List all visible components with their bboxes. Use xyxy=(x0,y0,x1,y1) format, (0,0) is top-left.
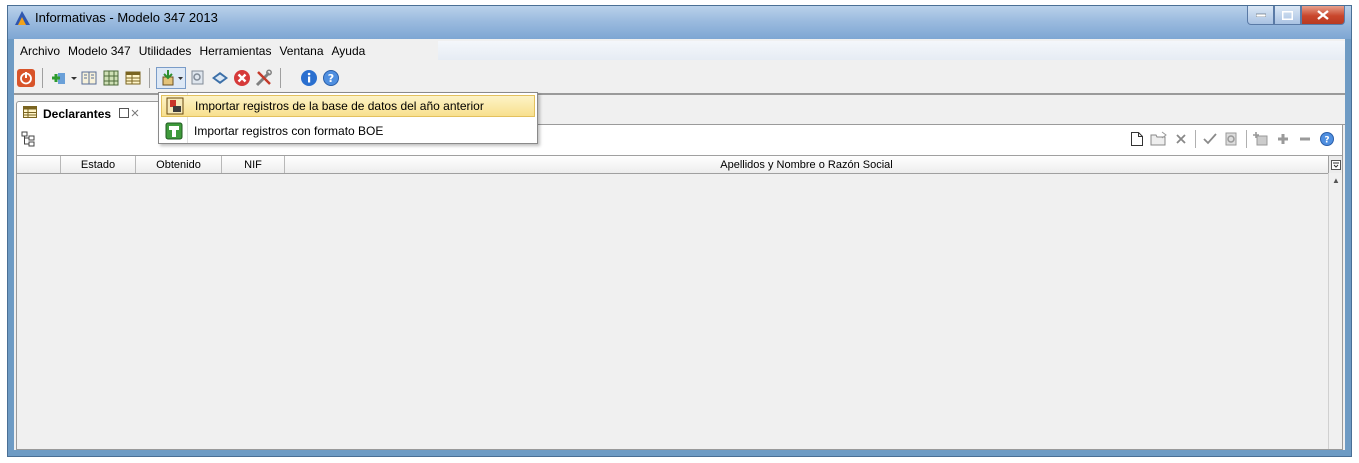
info-icon[interactable] xyxy=(299,67,319,89)
tab-declarantes[interactable]: Declarantes xyxy=(16,101,166,125)
book-icon[interactable] xyxy=(79,67,99,89)
menu-ayuda[interactable]: Ayuda xyxy=(328,42,370,60)
toolbar-separator xyxy=(280,68,281,88)
import-icon[interactable] xyxy=(156,67,186,89)
maximize-button[interactable] xyxy=(1274,6,1301,25)
search-icon[interactable] xyxy=(188,67,208,89)
maximize-tab-icon[interactable] xyxy=(119,107,130,121)
close-tab-icon[interactable] xyxy=(131,107,139,121)
column-header-selector[interactable] xyxy=(17,156,61,173)
search-icon[interactable] xyxy=(1221,129,1243,149)
menu-ventana[interactable]: Ventana xyxy=(275,42,327,60)
svg-text:?: ? xyxy=(328,72,334,85)
table-icon[interactable] xyxy=(123,67,143,89)
toolbar-separator xyxy=(42,68,43,88)
menu-item-import-previous-year[interactable]: Importar registros de la base de datos d… xyxy=(161,95,535,117)
new-document-icon[interactable] xyxy=(1126,129,1148,149)
import-dropdown-menu: Importar registros de la base de datos d… xyxy=(158,92,538,144)
file-import-icon xyxy=(164,122,184,140)
main-toolbar: ? xyxy=(14,63,1345,95)
tab-label: Declarantes xyxy=(43,106,112,121)
menu-herramientas[interactable]: Herramientas xyxy=(195,42,275,60)
add-row-icon[interactable] xyxy=(1272,129,1294,149)
column-header-estado[interactable]: Estado xyxy=(61,156,136,173)
table-header: Estado Obtenido NIF Apellidos y Nombre o… xyxy=(17,156,1328,174)
dropdown-arrow-icon[interactable] xyxy=(71,67,77,89)
power-icon[interactable] xyxy=(16,67,36,89)
help-icon[interactable]: ? xyxy=(1316,129,1338,149)
scroll-up-icon[interactable]: ▲ xyxy=(1332,176,1340,185)
grid-icon[interactable] xyxy=(101,67,121,89)
application-window: Informativas - Modelo 347 2013 Archivo M… xyxy=(7,5,1352,457)
toolbar-separator xyxy=(1195,130,1196,148)
svg-text:?: ? xyxy=(1324,136,1329,146)
menu-bar-filler xyxy=(438,41,1345,60)
import-icon[interactable] xyxy=(1250,129,1272,149)
toolbar-separator xyxy=(149,68,150,88)
app-logo-icon xyxy=(14,10,31,26)
column-header-apellidos-nombre[interactable]: Apellidos y Nombre o Razón Social xyxy=(285,156,1328,173)
column-chooser-icon[interactable] xyxy=(1328,156,1342,173)
column-header-obtenido[interactable]: Obtenido xyxy=(136,156,222,173)
menu-utilidades[interactable]: Utilidades xyxy=(135,42,196,60)
window-title: Informativas - Modelo 347 2013 xyxy=(35,10,218,25)
column-header-nif[interactable]: NIF xyxy=(222,156,285,173)
minimize-button[interactable] xyxy=(1247,6,1274,25)
menu-item-label: Importar registros con formato BOE xyxy=(194,124,384,138)
help-icon[interactable]: ? xyxy=(321,67,341,89)
vertical-scrollbar[interactable]: ▲ xyxy=(1328,173,1342,449)
menu-archivo[interactable]: Archivo xyxy=(16,42,64,60)
add-icon[interactable] xyxy=(49,67,69,89)
title-bar[interactable]: Informativas - Modelo 347 2013 xyxy=(8,6,1351,39)
declarantes-table: Estado Obtenido NIF Apellidos y Nombre o… xyxy=(17,155,1342,449)
close-button[interactable] xyxy=(1301,6,1345,25)
menu-bar: Archivo Modelo 347 Utilidades Herramient… xyxy=(14,39,438,62)
check-icon[interactable] xyxy=(1199,129,1221,149)
table-icon xyxy=(23,106,37,121)
tree-icon[interactable] xyxy=(20,130,38,151)
menu-item-label: Importar registros de la base de datos d… xyxy=(195,99,484,113)
declarantes-panel: ? Estado Obtenido NIF Apellidos y Nombre… xyxy=(16,125,1343,450)
menu-modelo-347[interactable]: Modelo 347 xyxy=(64,42,135,60)
book-open-icon[interactable] xyxy=(210,67,230,89)
open-icon[interactable] xyxy=(1148,129,1170,149)
tools-icon[interactable] xyxy=(254,67,274,89)
menu-item-import-boe[interactable]: Importar registros con formato BOE xyxy=(161,120,535,142)
delete-icon[interactable] xyxy=(1170,129,1192,149)
database-import-icon xyxy=(165,97,185,115)
cancel-icon[interactable] xyxy=(232,67,252,89)
toolbar-separator xyxy=(1246,130,1247,148)
remove-row-icon[interactable] xyxy=(1294,129,1316,149)
